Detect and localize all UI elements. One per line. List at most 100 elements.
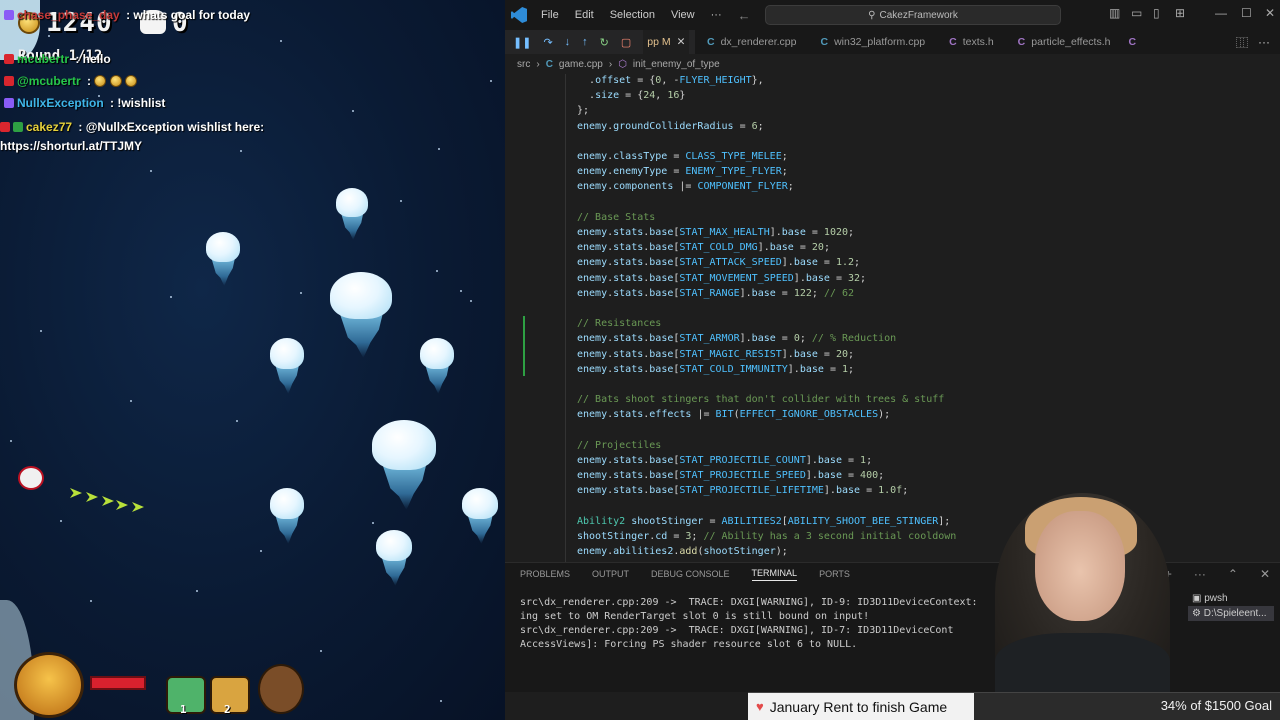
chat-text: : whats goal for today — [122, 8, 251, 22]
code-editor[interactable]: .offset = {0, -FLYER_HEIGHT}, .size = {2… — [505, 74, 1280, 562]
pause-icon[interactable]: ❚❚ — [513, 36, 531, 49]
more-actions-icon[interactable]: ··· — [1258, 35, 1270, 49]
menu-file[interactable]: File — [541, 9, 559, 21]
npc-merchant — [258, 664, 304, 714]
stop-icon[interactable]: ▢ — [621, 36, 631, 49]
code-line[interactable]: enemy.stats.base[STAT_MAX_HEALTH].base =… — [577, 227, 854, 242]
menu-selection[interactable]: Selection — [610, 9, 655, 21]
chat-text: : hello — [72, 52, 111, 66]
tab-ports[interactable]: PORTS — [819, 569, 850, 579]
tab-terminal[interactable]: TERMINAL — [751, 568, 798, 581]
tab-particle-effects[interactable]: Cparticle_effects.h — [1006, 30, 1123, 54]
code-line[interactable]: enemy.stats.effects |= BIT(EFFECT_IGNORE… — [577, 409, 890, 424]
code-line[interactable]: .offset = {0, -FLYER_HEIGHT}, — [577, 75, 764, 90]
tab-win32-platform[interactable]: Cwin32_platform.cpp — [808, 30, 937, 54]
code-line[interactable]: enemy.stats.base[STAT_ARMOR].base = 0; /… — [577, 333, 896, 348]
header-file-icon: C — [1017, 36, 1026, 48]
tab-overflow[interactable]: C — [1122, 30, 1148, 54]
restart-icon[interactable]: ↻ — [600, 36, 609, 49]
sidebar-toggle-icon[interactable]: ▯ — [1153, 6, 1160, 20]
chevron-right-icon: › — [608, 58, 613, 70]
code-line[interactable]: .size = {24, 16} — [577, 90, 685, 105]
chat-message: chase_phase_day : whats goal for today — [4, 8, 250, 22]
back-arrow-icon[interactable]: ← — [738, 8, 751, 23]
tab-texts-h[interactable]: Ctexts.h — [937, 30, 1006, 54]
tab-game-cpp[interactable]: pp M ✕ — [643, 30, 690, 54]
command-center[interactable]: ⚲ CakezFramework — [765, 5, 1061, 25]
code-line[interactable]: enemy.stats.base[STAT_COLD_IMMUNITY].bas… — [577, 364, 854, 379]
star — [60, 520, 62, 522]
badge-icon — [4, 10, 14, 20]
menu-more[interactable]: ··· — [711, 9, 722, 21]
code-line[interactable]: enemy.classType = CLASS_TYPE_MELEE; — [577, 151, 788, 166]
header-file-icon: C — [949, 36, 957, 48]
code-line[interactable]: enemy.stats.base[STAT_RANGE].base = 122;… — [577, 288, 854, 303]
code-line[interactable]: // Bats shoot stingers that don't collid… — [577, 394, 944, 409]
code-line[interactable]: }; — [577, 105, 589, 120]
tab-dx-renderer[interactable]: Cdx_renderer.cpp — [695, 30, 808, 54]
code-line[interactable]: Ability2 shootStinger = ABILITIES2[ABILI… — [577, 516, 950, 531]
terminal-session-list: ▣ pwsh ⚙ D:\Spieleent... — [1188, 591, 1274, 621]
maximize-icon[interactable]: ☐ — [1241, 6, 1252, 20]
menu-view[interactable]: View — [671, 9, 695, 21]
customize-layout-icon[interactable]: ⊞ — [1175, 6, 1185, 20]
breadcrumb: src › C game.cpp › ⬡ init_enemy_of_type — [505, 54, 1280, 74]
close-panel-icon[interactable]: ✕ — [1260, 567, 1270, 581]
step-into-icon[interactable]: ↓ — [565, 36, 571, 48]
chevron-up-icon[interactable]: ⌃ — [1228, 567, 1238, 581]
badge-icon — [4, 98, 14, 108]
health-bar — [90, 676, 146, 690]
tab-debug-console[interactable]: DEBUG CONSOLE — [651, 569, 730, 579]
code-line[interactable]: // Resistances — [577, 318, 661, 333]
close-icon[interactable]: ✕ — [1265, 6, 1275, 20]
stinger-projectile — [86, 492, 98, 502]
chat-text: : — [83, 74, 95, 88]
header-file-icon: C — [1128, 36, 1137, 48]
badge-icon — [4, 76, 14, 86]
code-line[interactable]: enemy.enemyType = ENEMY_TYPE_FLYER; — [577, 166, 788, 181]
minimize-icon[interactable]: — — [1215, 6, 1227, 20]
breadcrumb-symbol[interactable]: init_enemy_of_type — [633, 59, 720, 70]
ice-island — [420, 338, 454, 394]
breadcrumb-folder[interactable]: src — [517, 59, 530, 70]
step-out-icon[interactable]: ↑ — [582, 36, 588, 48]
menu-edit[interactable]: Edit — [575, 9, 594, 21]
code-line[interactable]: enemy.stats.base[STAT_PROJECTILE_LIFETIM… — [577, 485, 908, 500]
code-line[interactable]: enemy.abilities2.add(shootStinger); — [577, 546, 788, 561]
step-over-icon[interactable]: ↷ — [543, 36, 552, 49]
code-line[interactable]: enemy.groundColliderRadius = 6; — [577, 121, 764, 136]
code-line[interactable]: enemy.stats.base[STAT_MAGIC_RESIST].base… — [577, 349, 854, 364]
star — [170, 296, 172, 298]
code-line[interactable]: enemy.stats.base[STAT_MOVEMENT_SPEED].ba… — [577, 273, 866, 288]
code-line[interactable]: enemy.stats.base[STAT_PROJECTILE_COUNT].… — [577, 455, 872, 470]
terminal-session[interactable]: ▣ pwsh — [1188, 591, 1274, 606]
code-line[interactable]: enemy.stats.base[STAT_COLD_DMG].base = 2… — [577, 242, 830, 257]
stinger-projectile — [116, 500, 128, 510]
ice-island — [376, 530, 412, 586]
star — [440, 700, 442, 702]
terminal-session[interactable]: ⚙ D:\Spieleent... — [1188, 606, 1274, 621]
star — [460, 290, 462, 292]
ability-slot-1[interactable]: 1 — [166, 676, 206, 716]
badge-icon — [0, 122, 10, 132]
player-character — [12, 464, 50, 492]
breadcrumb-file[interactable]: game.cpp — [559, 59, 603, 70]
star — [90, 600, 92, 602]
ability-slot-2[interactable]: 2 — [210, 676, 250, 716]
layout-icon[interactable]: ▥ — [1109, 6, 1120, 20]
tab-problems[interactable]: PROBLEMS — [520, 569, 570, 579]
panel-toggle-icon[interactable]: ▭ — [1131, 6, 1142, 20]
more-actions-icon[interactable]: ··· — [1194, 567, 1206, 581]
code-line[interactable]: enemy.components |= COMPONENT_FLYER; — [577, 181, 794, 196]
cpp-file-icon: C — [820, 36, 829, 48]
code-line[interactable]: // Base Stats — [577, 212, 655, 227]
tab-output[interactable]: OUTPUT — [592, 569, 629, 579]
split-editor-icon[interactable]: ⿲ — [1236, 34, 1248, 51]
gear-icon: ⚙ — [1192, 608, 1204, 619]
code-line[interactable]: // Projectiles — [577, 440, 661, 455]
close-icon[interactable]: ✕ — [677, 36, 686, 48]
goal-label: January Rent to finish Game — [769, 698, 948, 715]
code-line[interactable]: enemy.stats.base[STAT_PROJECTILE_SPEED].… — [577, 470, 884, 485]
code-line[interactable]: enemy.stats.base[STAT_ATTACK_SPEED].base… — [577, 257, 860, 272]
code-line[interactable]: shootStinger.cd = 3; // Ability has a 3 … — [577, 531, 956, 546]
